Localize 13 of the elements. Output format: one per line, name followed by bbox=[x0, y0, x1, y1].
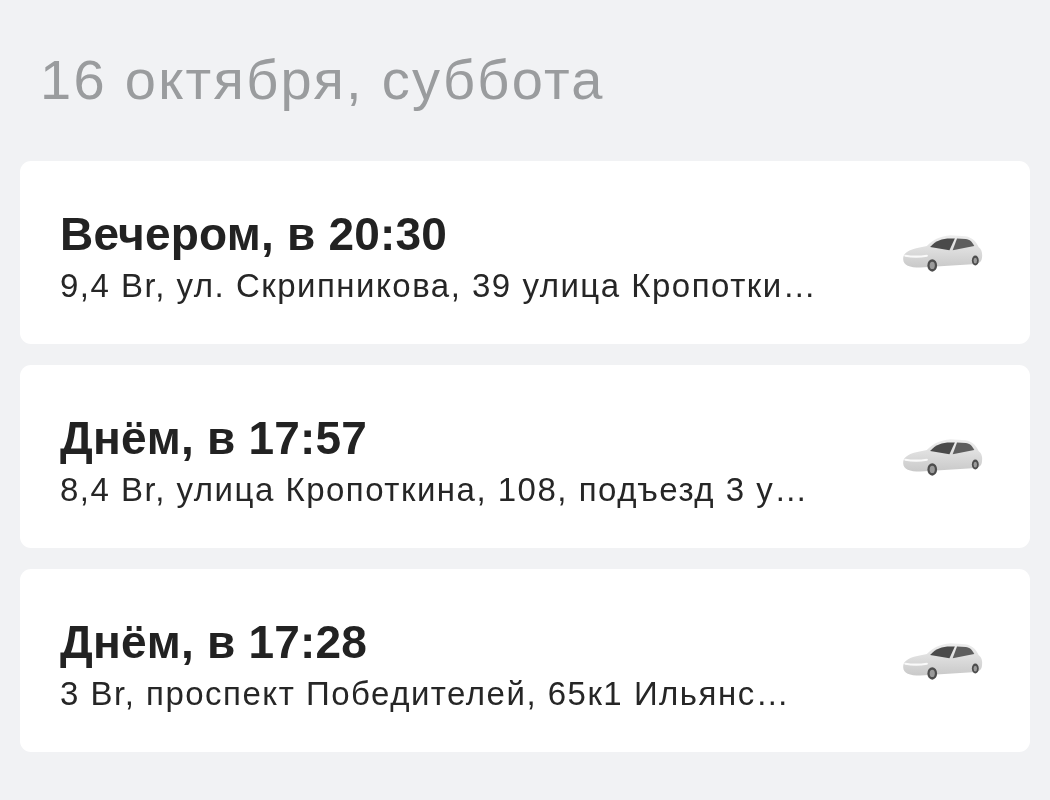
date-heading: 16 октября, суббота bbox=[40, 47, 606, 113]
car-icon bbox=[901, 437, 985, 476]
car-icon bbox=[901, 641, 985, 680]
ride-card[interactable]: Вечером, в 20:30 9,4 Br, ул. Скрипникова, 39 улица Кропотки… bbox=[20, 161, 1030, 344]
ride-card[interactable]: Днём, в 17:28 3 Br, проспект Победителей, 65к1 Ильянс… bbox=[20, 569, 1030, 752]
ride-title: Вечером, в 20:30 bbox=[60, 207, 449, 261]
ride-title: Днём, в 17:57 bbox=[60, 411, 369, 465]
ride-title: Днём, в 17:28 bbox=[60, 615, 369, 669]
ride-details: 9,4 Br, ул. Скрипникова, 39 улица Кропотки… bbox=[60, 267, 818, 305]
car-icon bbox=[901, 233, 985, 272]
ride-details: 8,4 Br, улица Кропоткина, 108, подъезд 3 у… bbox=[60, 471, 809, 509]
ride-card[interactable]: Днём, в 17:57 8,4 Br, улица Кропоткина, 108, подъезд 3 у… bbox=[20, 365, 1030, 548]
ride-details: 3 Br, проспект Победителей, 65к1 Ильянс… bbox=[60, 675, 791, 713]
